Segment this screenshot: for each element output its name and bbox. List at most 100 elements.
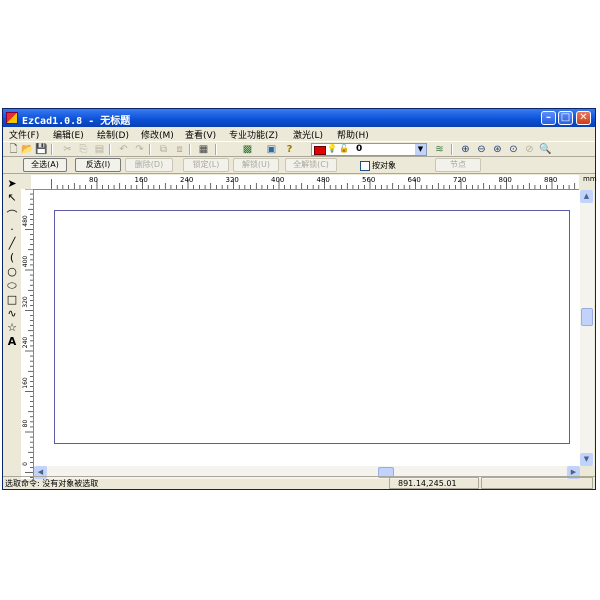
- node-edit-icon[interactable]: ↖: [5, 191, 19, 205]
- select-all-button[interactable]: 全选(A): [23, 158, 67, 172]
- zoom-prev-icon[interactable]: ⊘: [523, 143, 536, 156]
- ruler-tick-label: 240: [180, 176, 193, 184]
- main-toolbar: 🗋 📂 💾 ✂ ⎘ ▤ ↶ ↷ ⧉ ⧈ ▦ ▩ ▣ ? 💡 🔓 0 ▼ ≋ ⊕ …: [3, 141, 595, 157]
- vertical-scrollbar[interactable]: ▲ ▼: [580, 190, 594, 466]
- ellipse-icon[interactable]: ⬭: [5, 279, 19, 293]
- close-button[interactable]: ✕: [576, 111, 591, 125]
- window-title: EzCad1.0.8 - 无标题: [22, 116, 131, 127]
- by-object-checkbox[interactable]: [360, 161, 370, 171]
- star-icon[interactable]: ☆: [5, 321, 19, 335]
- ruler-tick-label: 880: [544, 176, 557, 184]
- paste-icon[interactable]: ▤: [93, 143, 106, 156]
- ungroup-icon[interactable]: ⧈: [173, 143, 186, 156]
- save-icon[interactable]: 💾: [35, 143, 48, 156]
- status-command: 选取命令: 没有对象被选取: [5, 479, 99, 488]
- title-bar[interactable]: EzCad1.0.8 - 无标题 – □ ✕: [3, 109, 595, 127]
- ruler-tick-label: 160: [135, 176, 148, 184]
- ruler-tick-label: 0: [22, 462, 29, 466]
- delete-button[interactable]: 删除(D): [125, 158, 173, 172]
- invert-selection-button[interactable]: 反选(I): [75, 158, 121, 172]
- arc-icon[interactable]: (: [5, 251, 19, 265]
- zoom-in-icon[interactable]: ⊕: [459, 143, 472, 156]
- zoom-window-icon[interactable]: ⊙: [507, 143, 520, 156]
- ruler-tick-label: 480: [317, 176, 330, 184]
- status-panel: [481, 477, 593, 489]
- point-icon[interactable]: ·: [5, 223, 19, 237]
- bulb-icon: 💡: [327, 144, 337, 153]
- ruler-tick-label: 720: [453, 176, 466, 184]
- zoom-out-icon[interactable]: ⊖: [475, 143, 488, 156]
- app-logo-icon: [6, 112, 18, 124]
- ruler-tick-label: 80: [22, 420, 29, 428]
- circle-icon[interactable]: ○: [5, 265, 19, 279]
- maximize-button[interactable]: □: [558, 111, 573, 125]
- unlock-button[interactable]: 解锁(U): [233, 158, 279, 172]
- chevron-down-icon[interactable]: ▼: [415, 144, 426, 155]
- color-icon[interactable]: ▩: [241, 143, 254, 156]
- layer-value: 0: [356, 144, 363, 154]
- ruler-tick-label: 400: [22, 256, 29, 268]
- pointer-icon[interactable]: ➤: [5, 177, 19, 191]
- cut-icon[interactable]: ✂: [61, 143, 74, 156]
- unlock-all-button[interactable]: 全解锁(C): [285, 158, 337, 172]
- curve-icon[interactable]: ⌒: [5, 209, 19, 223]
- ruler-tick-label: 560: [362, 176, 375, 184]
- toolbar-separator: [189, 144, 191, 155]
- work-area-rectangle: [54, 210, 570, 444]
- menu-bar: 文件(F) 编辑(E) 绘制(D) 修改(M) 查看(V) 专业功能(Z) 激光…: [3, 127, 595, 141]
- node-button[interactable]: 节点: [435, 158, 481, 172]
- ruler-tick-label: 800: [499, 176, 512, 184]
- vertical-ruler: 480 400 320 240 160 80 0: [21, 188, 34, 479]
- text-icon[interactable]: A: [5, 335, 19, 349]
- vertical-ruler-ticks: 480 400 320 240 160 80 0: [22, 188, 33, 478]
- scroll-up-icon[interactable]: ▲: [580, 190, 593, 203]
- line-icon[interactable]: ╱: [5, 237, 19, 251]
- minimize-button[interactable]: –: [541, 111, 556, 125]
- menu-draw[interactable]: 绘制(D): [97, 128, 129, 141]
- vertical-scroll-thumb[interactable]: [581, 308, 593, 326]
- menu-special[interactable]: 专业功能(Z): [229, 128, 278, 141]
- group-icon[interactable]: ⧉: [157, 143, 170, 156]
- scroll-down-icon[interactable]: ▼: [580, 453, 593, 466]
- menu-file[interactable]: 文件(F): [9, 128, 39, 141]
- cursor-coordinates: 891.14,245.01: [389, 477, 479, 489]
- horizontal-ruler: 80 160 240 320 400 480 560 640 720 800 880: [31, 175, 579, 190]
- toolbar-separator: [451, 144, 453, 155]
- open-icon[interactable]: 📂: [21, 143, 34, 156]
- status-bar: 选取命令: 没有对象被选取 891.14,245.01: [3, 476, 595, 490]
- spiral-icon[interactable]: ∿: [5, 307, 19, 321]
- zoom-select-icon[interactable]: 🔍: [539, 143, 552, 156]
- lock-button[interactable]: 锁定(L): [183, 158, 229, 172]
- redo-icon[interactable]: ↷: [133, 143, 146, 156]
- copy-icon[interactable]: ⎘: [77, 143, 90, 156]
- image-icon[interactable]: ▣: [265, 143, 278, 156]
- bitmap-icon[interactable]: ▦: [197, 143, 210, 156]
- selection-toolbar: 全选(A) 反选(I) 删除(D) 锁定(L) 解锁(U) 全解锁(C) 按对象…: [3, 157, 595, 174]
- toolbar-separator: [215, 144, 217, 155]
- lock-icon: 🔓: [339, 144, 349, 153]
- ruler-tick-label: 240: [22, 337, 29, 349]
- undo-icon[interactable]: ↶: [117, 143, 130, 156]
- rectangle-icon[interactable]: □: [5, 293, 19, 307]
- help-icon[interactable]: ?: [283, 143, 296, 156]
- toolbar-separator: [149, 144, 151, 155]
- drawing-canvas[interactable]: [34, 190, 580, 466]
- draw-toolbox: ➤ ↖ ⌒ · ╱ ( ○ ⬭ □ ∿ ☆ A: [3, 175, 21, 479]
- layer-color-swatch: [314, 146, 326, 155]
- ruler-unit: mm: [583, 175, 597, 183]
- ruler-tick-label: 160: [22, 377, 29, 389]
- new-icon[interactable]: 🗋: [7, 143, 20, 156]
- layer-select[interactable]: 💡 🔓 0 ▼: [311, 143, 427, 156]
- ruler-tick-label: 320: [226, 176, 239, 184]
- menu-edit[interactable]: 编辑(E): [53, 128, 84, 141]
- menu-laser[interactable]: 激光(L): [293, 128, 323, 141]
- layers-icon[interactable]: ≋: [433, 143, 446, 156]
- menu-view[interactable]: 查看(V): [185, 128, 216, 141]
- zoom-all-icon[interactable]: ⊛: [491, 143, 504, 156]
- menu-modify[interactable]: 修改(M): [141, 128, 174, 141]
- toolbar-separator: [51, 144, 53, 155]
- ruler-tick-label: 400: [271, 176, 284, 184]
- ruler-tick-label: 80: [89, 176, 98, 184]
- ruler-tick-label: 480: [22, 215, 29, 227]
- menu-help[interactable]: 帮助(H): [337, 128, 369, 141]
